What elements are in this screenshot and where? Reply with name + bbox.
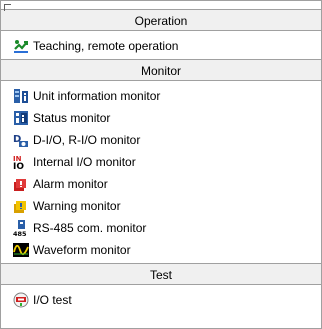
section-header-test: Test <box>1 263 321 285</box>
menu-item-rs485-monitor[interactable]: 485 RS-485 com. monitor <box>1 217 321 239</box>
menu-item-label: Waveform monitor <box>33 243 131 257</box>
menu-item-label: Status monitor <box>33 111 111 125</box>
dio-rio-icon: D <box>13 132 29 148</box>
menu-item-label: RS-485 com. monitor <box>33 221 147 235</box>
menu-item-warning-monitor[interactable]: Warning monitor <box>1 195 321 217</box>
waveform-icon <box>13 242 29 258</box>
section-title: Operation <box>134 14 188 28</box>
alarm-icon <box>13 176 29 192</box>
status-monitor-icon <box>13 110 29 126</box>
menu-item-waveform-monitor[interactable]: Waveform monitor <box>1 239 321 261</box>
teaching-icon <box>13 38 29 54</box>
warning-icon <box>13 198 29 214</box>
section-header-monitor: Monitor <box>1 59 321 81</box>
menu-item-io-test[interactable]: I/O test <box>1 289 321 311</box>
menu-item-label: I/O test <box>33 293 72 307</box>
menu-item-dio-rio-monitor[interactable]: D D-I/O, R-I/O monitor <box>1 129 321 151</box>
menu-item-internal-io-monitor[interactable]: IN IO Internal I/O monitor <box>1 151 321 173</box>
menu-item-label: Teaching, remote operation <box>33 39 179 53</box>
menu-item-label: Internal I/O monitor <box>33 155 136 169</box>
menu-item-status-monitor[interactable]: Status monitor <box>1 107 321 129</box>
corner-marker <box>4 4 11 11</box>
svg-text:IO: IO <box>13 162 24 170</box>
menu-item-teaching-remote-operation[interactable]: Teaching, remote operation <box>1 35 321 57</box>
internal-io-icon: IN IO <box>13 154 29 170</box>
svg-text:485: 485 <box>13 230 27 236</box>
menu-item-label: Warning monitor <box>33 199 121 213</box>
unit-info-icon <box>13 88 29 104</box>
menu-item-unit-information-monitor[interactable]: Unit information monitor <box>1 85 321 107</box>
menu-item-label: Alarm monitor <box>33 177 108 191</box>
section-title: Monitor <box>140 64 181 78</box>
menu-item-label: D-I/O, R-I/O monitor <box>33 133 141 147</box>
menu-item-alarm-monitor[interactable]: Alarm monitor <box>1 173 321 195</box>
rs485-icon: 485 <box>13 220 29 236</box>
io-test-icon <box>13 292 29 308</box>
menu-item-label: Unit information monitor <box>33 89 161 103</box>
section-header-operation: Operation <box>1 9 321 31</box>
menu-panel: Operation Teaching, remote operation Mon… <box>0 0 322 329</box>
section-title: Test <box>149 268 172 282</box>
